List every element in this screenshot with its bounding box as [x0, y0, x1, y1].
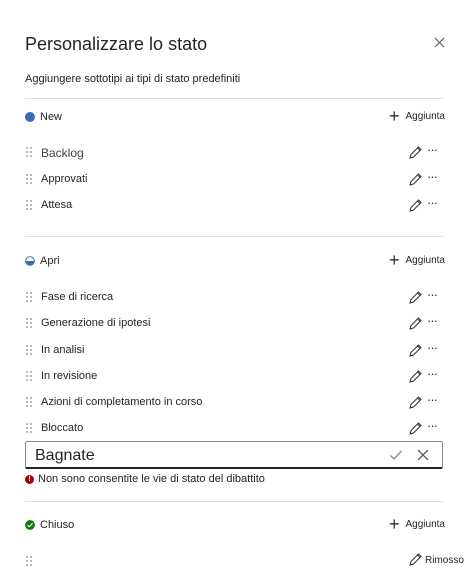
customize-status-panel: Personalizzare lo stato Aggiungere sotto… [0, 0, 467, 583]
more-icon[interactable]: ··· [427, 170, 441, 184]
pencil-icon[interactable] [407, 172, 423, 188]
plus-icon: + [389, 514, 400, 534]
section-open-name: Apri [40, 255, 60, 267]
status-row[interactable] [25, 554, 443, 570]
checkmark-icon[interactable] [388, 447, 404, 463]
status-label: Fase di ricerca [41, 291, 114, 303]
pencil-icon[interactable] [407, 145, 423, 161]
drag-handle-icon[interactable] [25, 344, 33, 356]
remove-label: Rimosso [425, 554, 464, 566]
divider [25, 501, 443, 502]
drag-handle-icon[interactable] [25, 555, 33, 567]
status-row[interactable]: Generazione di ipotesi ··· [25, 314, 443, 332]
add-label: Aggiunta [405, 110, 445, 122]
pencil-icon[interactable] [407, 343, 423, 359]
validation-error: ! Non sono consentite le vie di stato de… [25, 473, 265, 485]
more-icon[interactable]: ··· [427, 314, 441, 328]
section-new-name: New [40, 111, 63, 123]
add-open-substatus-button[interactable]: + Aggiunta [389, 250, 445, 270]
status-label: Generazione di ipotesi [41, 317, 151, 329]
new-substatus-field [25, 441, 443, 469]
status-open-icon [25, 256, 35, 266]
pencil-icon[interactable] [407, 395, 423, 411]
status-label: Approvati [41, 173, 88, 185]
drag-handle-icon[interactable] [25, 317, 33, 329]
plus-icon: + [389, 250, 400, 270]
more-icon[interactable]: ··· [427, 196, 441, 210]
add-label: Aggiunta [405, 254, 445, 266]
section-open-header: Apri + Aggiunta [25, 250, 445, 270]
cancel-icon[interactable] [415, 447, 431, 463]
status-row[interactable]: Bloccato ··· [25, 419, 443, 437]
status-row[interactable]: In revisione ··· [25, 367, 443, 385]
more-icon[interactable]: ··· [427, 393, 441, 407]
close-button[interactable] [430, 33, 448, 51]
status-new-icon [25, 112, 35, 122]
error-message: Non sono consentite le vie di stato del … [38, 473, 265, 485]
status-row[interactable]: Approvati ··· [25, 170, 443, 188]
status-label: Backlog [41, 146, 84, 160]
drag-handle-icon[interactable] [25, 396, 33, 408]
drag-handle-icon[interactable] [25, 422, 33, 434]
substatus-name-input[interactable] [35, 445, 375, 467]
status-label: Bloccato [41, 422, 84, 434]
pencil-icon[interactable] [407, 316, 423, 332]
section-new-header: New + Aggiunta [25, 106, 445, 126]
section-closed-name: Chiuso [40, 519, 75, 531]
more-icon[interactable]: ··· [427, 419, 441, 433]
status-label: In analisi [41, 344, 85, 356]
drag-handle-icon[interactable] [25, 291, 33, 303]
panel-subtitle: Aggiungere sottotipi ai tipi di stato pr… [25, 73, 241, 85]
more-icon[interactable]: ··· [427, 341, 441, 355]
add-closed-substatus-button[interactable]: + Aggiunta [389, 514, 445, 534]
panel-title: Personalizzare lo stato [25, 34, 208, 54]
drag-handle-icon[interactable] [25, 173, 33, 185]
status-row[interactable]: Backlog ··· [25, 143, 443, 161]
pencil-icon[interactable] [407, 421, 423, 437]
error-icon: ! [25, 474, 34, 484]
remove-button[interactable]: Rimosso [407, 552, 464, 568]
pencil-icon[interactable] [407, 369, 423, 385]
status-row[interactable]: Fase di ricerca ··· [25, 288, 443, 306]
divider [25, 236, 443, 237]
drag-handle-icon[interactable] [25, 199, 33, 211]
add-label: Aggiunta [405, 518, 445, 530]
close-icon [434, 37, 444, 47]
drag-handle-icon[interactable] [25, 146, 33, 158]
status-row[interactable]: Azioni di completamento in corso ··· [25, 393, 443, 411]
more-icon[interactable]: ··· [427, 288, 441, 302]
pencil-icon [409, 553, 422, 566]
status-row[interactable]: Attesa ··· [25, 196, 443, 214]
section-closed-header: Chiuso + Aggiunta [25, 514, 445, 534]
divider [25, 98, 443, 99]
pencil-icon[interactable] [407, 198, 423, 214]
status-label: Attesa [41, 199, 73, 211]
more-icon[interactable]: ··· [427, 367, 441, 381]
more-icon[interactable]: ··· [427, 143, 441, 157]
add-new-substatus-button[interactable]: + Aggiunta [389, 106, 445, 126]
drag-handle-icon[interactable] [25, 370, 33, 382]
status-label: In revisione [41, 370, 98, 382]
status-label: Azioni di completamento in corso [41, 396, 203, 408]
status-row[interactable]: In analisi ··· [25, 341, 443, 359]
pencil-icon[interactable] [407, 290, 423, 306]
status-closed-icon [25, 520, 35, 530]
plus-icon: + [389, 106, 400, 126]
